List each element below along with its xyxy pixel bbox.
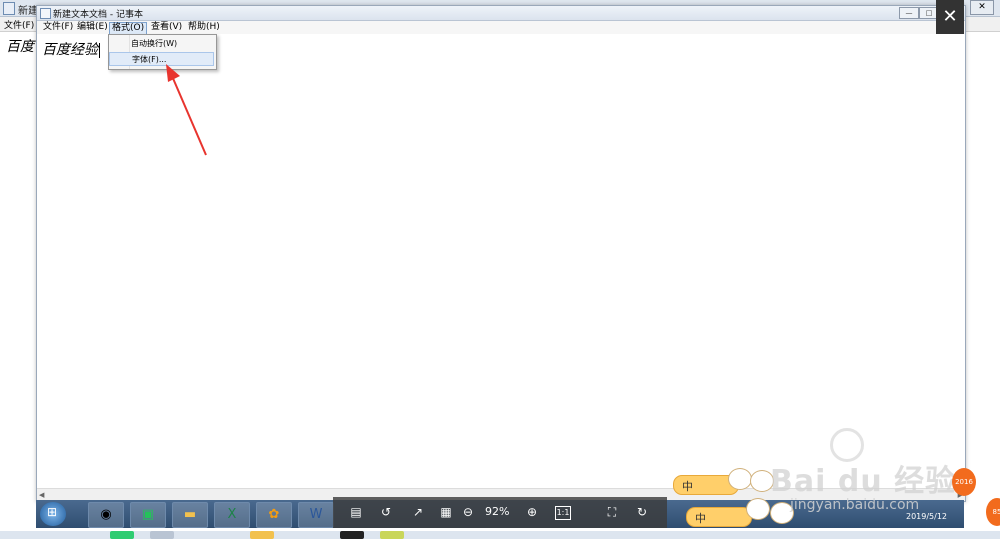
background-window-title: 新建 (18, 6, 38, 17)
taskbar-item[interactable] (150, 531, 174, 539)
side-badge[interactable]: 2016 (952, 468, 976, 496)
editor-area[interactable]: 百度经验 (42, 39, 100, 59)
menubar: 文件(F) 编辑(E) 格式(O) 查看(V) 帮助(H) (37, 21, 965, 35)
menu-edit[interactable]: 编辑(E) (75, 22, 110, 33)
clock-date: 2019/5/12 (906, 512, 948, 521)
window-title: 新建文本文档 - 记事本 (53, 10, 143, 20)
ime-mode-label: 中 (682, 480, 693, 493)
background-editor-text: 百度 (6, 39, 34, 55)
menu-view[interactable]: 查看(V) (149, 22, 184, 33)
uc-browser-icon[interactable]: ✿ (256, 502, 292, 528)
excel-icon[interactable]: X (214, 502, 250, 528)
fit-screen-icon[interactable]: ⛶ (603, 503, 621, 521)
share-icon[interactable]: ↗ (409, 503, 427, 521)
bottom-taskbar-strip (0, 531, 1000, 539)
zoom-level: 92% (485, 505, 510, 518)
rotate-right-icon[interactable]: ↻ (633, 503, 651, 521)
mascot-icon (746, 498, 770, 520)
background-menu-file[interactable]: 文件(F) (4, 18, 34, 31)
image-viewer-toolbar: ▤ ↺ ↗ ▦ ⊖ 92% ⊕ 1:1 ⛶ ↻ (333, 497, 667, 528)
word-icon[interactable]: W (298, 502, 334, 528)
zoom-in-icon[interactable]: ⊕ (523, 503, 541, 521)
viewer-close-button[interactable]: ✕ (936, 0, 964, 34)
taskbar-item[interactable] (380, 531, 404, 539)
crop-icon[interactable]: ▦ (437, 503, 455, 521)
scroll-left-icon[interactable]: ◀ (39, 491, 44, 499)
taskbar-item[interactable] (110, 531, 134, 539)
ime-toolbar-secondary[interactable]: 中 (686, 507, 752, 527)
mascot-icon (728, 468, 752, 490)
save-icon[interactable]: ▤ (347, 503, 365, 521)
menu-item-word-wrap[interactable]: 自动换行(W) (109, 37, 214, 51)
background-close-button[interactable]: ✕ (970, 0, 994, 15)
notepad-icon (40, 8, 51, 19)
menu-help[interactable]: 帮助(H) (186, 22, 222, 33)
menu-file[interactable]: 文件(F) (41, 22, 75, 33)
watermark-brand: Bai du 经验 (770, 464, 957, 499)
watermark-url: jingyan.baidu.com (790, 497, 920, 513)
taskbar-item[interactable] (250, 531, 274, 539)
zoom-out-icon[interactable]: ⊖ (459, 503, 477, 521)
actual-size-button[interactable]: 1:1 (555, 506, 571, 520)
notepad-icon (3, 2, 15, 15)
annotation-arrow (166, 64, 207, 156)
taskbar-item[interactable] (340, 531, 364, 539)
text-caret (99, 42, 100, 58)
editor-text: 百度经验 (42, 42, 98, 58)
folder-icon[interactable]: ▬ (172, 502, 208, 528)
ime-mode-label: 中 (695, 512, 706, 525)
minimize-button[interactable]: — (899, 7, 919, 19)
iqiyi-icon[interactable]: ▣ (130, 502, 166, 528)
rotate-icon[interactable]: ↺ (377, 503, 395, 521)
browser-icon[interactable]: ◉ (88, 502, 124, 528)
start-orb-icon[interactable]: ⊞ (40, 502, 66, 526)
notepad-titlebar[interactable]: 新建文本文档 - 记事本 — □ ✕ (37, 6, 965, 21)
